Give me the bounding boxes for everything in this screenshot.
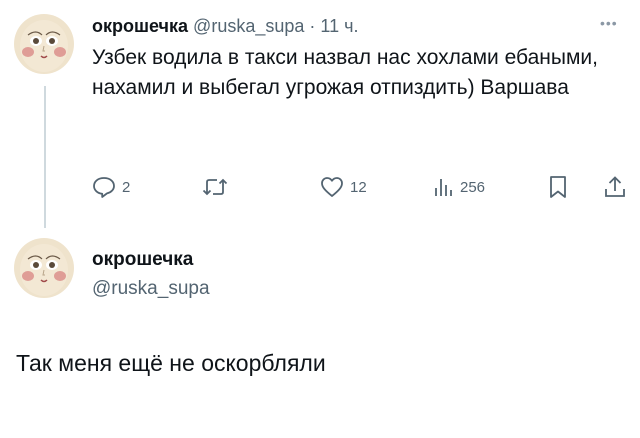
retweet-icon — [202, 178, 228, 196]
heart-icon — [321, 177, 343, 197]
reply-author-name[interactable]: окрошечка — [92, 248, 193, 272]
like-button[interactable]: 12 — [320, 172, 367, 202]
views-count: 256 — [460, 178, 486, 196]
timestamp[interactable]: 11 ч. — [320, 16, 358, 36]
reply-icon — [93, 177, 115, 198]
more-dots-icon[interactable]: ••• — [600, 16, 618, 30]
avatar-image — [14, 238, 74, 298]
bookmark-button[interactable] — [548, 172, 568, 202]
views-chart-icon — [435, 179, 452, 196]
reply-text: Так меня ещё не оскорбляли — [16, 350, 326, 376]
reply-count: 2 — [122, 178, 131, 196]
retweet-button[interactable] — [202, 172, 234, 202]
share-icon — [605, 176, 625, 197]
like-count: 12 — [350, 178, 367, 196]
reply-button[interactable]: 2 — [92, 172, 130, 202]
avatar-image — [14, 14, 74, 74]
avatar[interactable] — [14, 14, 74, 74]
tweet-header: окрошечка @ruska_supa · 11 ч. — [92, 14, 359, 38]
views-button[interactable]: 256 — [432, 172, 485, 202]
bookmark-icon — [550, 176, 566, 198]
reply-author-handle[interactable]: @ruska_supa — [92, 277, 210, 301]
tweet-actions: 2 12 256 — [0, 172, 640, 202]
avatar[interactable] — [14, 238, 74, 298]
tweet-text: Узбек водила в такси назвал нас хохлами … — [92, 46, 598, 99]
thread-line — [44, 86, 46, 228]
author-name[interactable]: окрошечка — [92, 16, 188, 36]
separator-dot: · — [309, 16, 316, 36]
share-button[interactable] — [604, 172, 626, 202]
author-handle[interactable]: @ruska_supa — [193, 16, 304, 36]
